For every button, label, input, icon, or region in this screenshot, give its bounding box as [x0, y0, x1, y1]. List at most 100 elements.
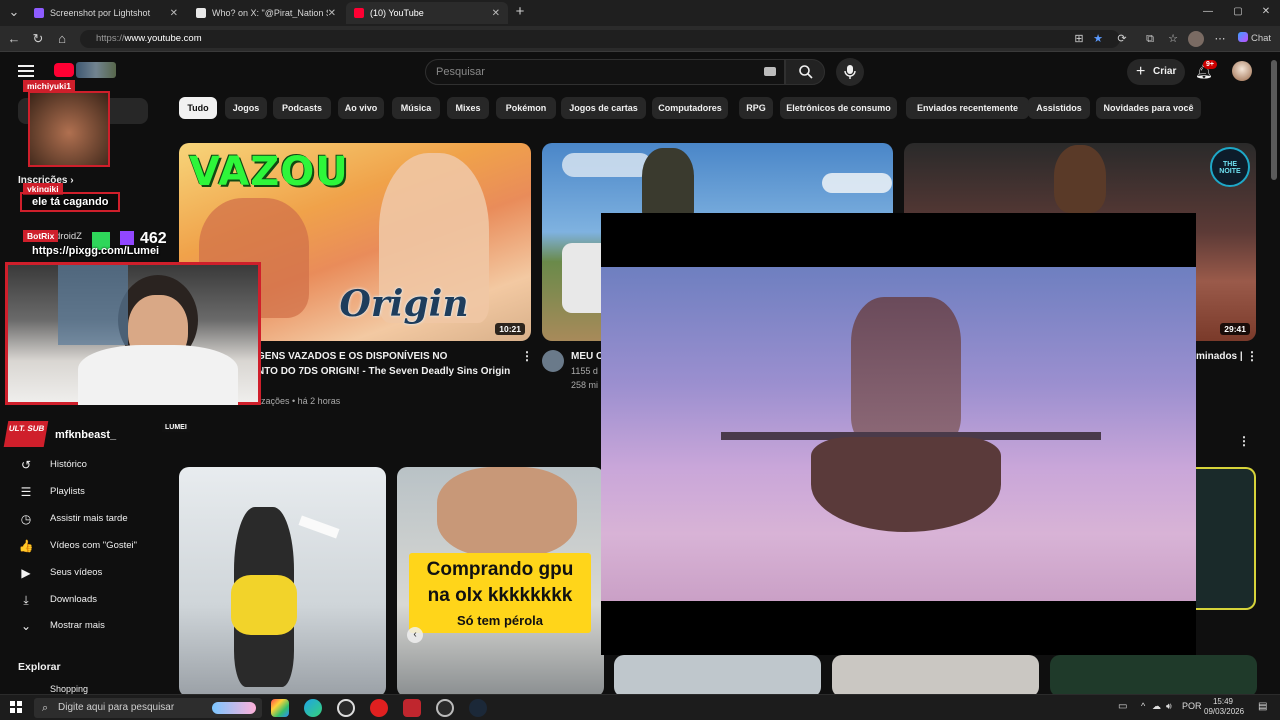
more-options-icon[interactable]: ⋯ [1212, 31, 1228, 47]
chip-novidades-para-voc-[interactable]: Novidades para você [1096, 97, 1201, 119]
video-thumbnail[interactable] [1196, 467, 1256, 610]
download-icon: ⤓ [23, 593, 29, 607]
video-thumbnail[interactable] [614, 655, 821, 697]
person-face-image [437, 467, 577, 557]
back-icon[interactable]: ← [6, 31, 22, 47]
chip-jogos-de-cartas[interactable]: Jogos de cartas [561, 97, 646, 119]
chip-m-sica[interactable]: Música [392, 97, 440, 119]
voice-search-button[interactable] [836, 58, 864, 86]
chip-mixes[interactable]: Mixes [447, 97, 489, 119]
new-tab-icon[interactable]: + [512, 4, 528, 20]
video-thumbnail[interactable]: Comprando gpu na olx kkkkkkkk Só tem pér… [397, 467, 604, 697]
favorite-star-icon[interactable]: ★ [1090, 31, 1106, 47]
channel-avatar[interactable] [542, 350, 564, 372]
youtube-logo[interactable] [54, 63, 74, 77]
windows-start-icon[interactable] [10, 701, 22, 713]
sidebar-item-downloads[interactable]: ⤓ Downloads [18, 589, 158, 611]
search-highlight-image [212, 702, 256, 714]
sidebar-item-v-deos-com-gostei[interactable]: 👍 Vídeos com "Gostei" [18, 535, 158, 557]
red-app-icon[interactable] [403, 699, 421, 717]
account-avatar[interactable] [1232, 61, 1252, 81]
watch-later-icon: ◷ [20, 512, 32, 526]
app-available-icon[interactable]: ⊞ [1071, 31, 1087, 47]
close-tab-icon[interactable]: ✕ [492, 8, 500, 19]
chip-enviados-recentemente[interactable]: Enviados recentemente [906, 97, 1029, 119]
tab-list-chevron-icon[interactable]: ⌄ [6, 4, 22, 20]
obs-app-icon[interactable] [337, 699, 355, 717]
home-icon[interactable]: ⌂ [54, 31, 70, 47]
your-videos-icon: ▶ [21, 566, 31, 580]
sidebar-item-seus-v-deos[interactable]: ▶ Seus vídeos [18, 562, 158, 584]
section-more-icon[interactable]: ⋮ [1238, 434, 1250, 448]
url-field[interactable]: https://www.youtube.com [80, 30, 1120, 48]
chip-ao-vivo[interactable]: Ao vivo [338, 97, 384, 119]
extensions-icon[interactable]: ⟳ [1114, 31, 1130, 47]
tray-keyboard-lang[interactable]: POR [1182, 701, 1202, 711]
chip-podcasts[interactable]: Podcasts [273, 97, 331, 119]
sidebar-item-playlists[interactable]: ☰ Playlists [18, 481, 158, 503]
page-scrollbar[interactable] [1271, 60, 1277, 180]
split-screen-icon[interactable]: ⧉ [1142, 31, 1158, 47]
sidebar-item-shopping[interactable]: Shopping [50, 684, 88, 694]
search-input[interactable]: Pesquisar [425, 59, 785, 85]
chevron-right-icon: › [70, 175, 74, 186]
tray-cloud-icon[interactable]: ☁ [1152, 701, 1161, 712]
chip-pok-mon[interactable]: Pokémon [496, 97, 556, 119]
chip-computadores[interactable]: Computadores [652, 97, 728, 119]
like-icon: 👍 [18, 539, 34, 553]
castle-rock-image [811, 437, 1001, 532]
address-toolbar: ← ↻ ⌂ https://www.youtube.com ⊞ ★ ⟳ ⧉ ☆ … [0, 26, 1280, 52]
keyboard-icon[interactable] [764, 67, 776, 76]
tray-overflow-icon[interactable]: ^ [1141, 701, 1145, 711]
steam-app-icon[interactable] [469, 699, 487, 717]
taskbar-search-input[interactable]: ⌕ Digite aqui para pesquisar [34, 698, 262, 718]
more-actions-icon[interactable]: ⋮ [521, 349, 533, 363]
video-title[interactable]: GENS VAZADOS E OS DISPONÍVEIS NO NTO DO 7… [257, 349, 519, 379]
copilot-app-icon[interactable] [271, 699, 289, 717]
settings-app-icon[interactable] [436, 699, 454, 717]
edge-app-icon[interactable] [304, 699, 322, 717]
restore-icon[interactable]: ▢ [1230, 4, 1246, 20]
chip-tudo[interactable]: Tudo [179, 97, 217, 119]
video-thumbnail[interactable] [1050, 655, 1257, 697]
tray-volume-icon[interactable]: 🔊︎ [1166, 701, 1172, 712]
doodle-logo[interactable] [76, 62, 116, 78]
tab-youtube[interactable]: (10) YouTube ✕ [346, 2, 508, 24]
video-duration: 29:41 [1220, 323, 1250, 335]
tray-clock[interactable]: 15:49 09/03/2026 [1204, 697, 1244, 717]
menu-hamburger-icon[interactable] [18, 65, 34, 77]
create-button[interactable]: + Criar [1127, 59, 1185, 85]
video-thumbnail[interactable] [179, 467, 386, 697]
video-thumbnail[interactable] [832, 655, 1039, 697]
tab-x[interactable]: Who? on X: "@Pirat_Nation Same ✕ [188, 2, 344, 24]
tray-device-icon[interactable]: ▭ [1118, 701, 1127, 712]
sidebar-item-mostrar-mais[interactable]: ⌄ Mostrar mais [18, 615, 158, 637]
video-title[interactable]: MEU C [571, 349, 603, 364]
carousel-prev-icon[interactable]: ‹ [407, 627, 423, 643]
partial-name-text: droidZ [55, 231, 82, 242]
search-button[interactable] [785, 59, 825, 85]
chip-rpg[interactable]: RPG [739, 97, 773, 119]
close-window-icon[interactable]: ✕ [1258, 4, 1274, 20]
profile-avatar[interactable] [1188, 31, 1204, 47]
copilot-chat-button[interactable]: Chat [1238, 31, 1278, 47]
sidebar-item-assistir-mais-tarde[interactable]: ◷ Assistir mais tarde [18, 508, 158, 530]
tab-lightshot[interactable]: Screenshot por Lightshot ✕ [26, 2, 186, 24]
sidebar-item-hist-rico[interactable]: ↺ Histórico [18, 454, 158, 476]
reload-icon[interactable]: ↻ [30, 31, 46, 47]
chip-jogos[interactable]: Jogos [225, 97, 267, 119]
close-tab-icon[interactable]: ✕ [170, 8, 178, 19]
youtube-app-icon[interactable] [370, 699, 388, 717]
notification-center-icon[interactable]: ▤ [1258, 701, 1267, 712]
video-title[interactable]: minados | [1196, 349, 1243, 364]
favorites-icon[interactable]: ☆ [1165, 31, 1181, 47]
more-actions-icon[interactable]: ⋮ [1246, 349, 1258, 363]
webcam-frame [5, 262, 261, 405]
video-player-overlay[interactable] [601, 213, 1196, 655]
close-tab-icon[interactable]: ✕ [328, 8, 336, 19]
windows-taskbar: ⌕ Digite aqui para pesquisar ▭ ^ ☁ 🔊︎ PO… [0, 694, 1280, 720]
chip-assistidos[interactable]: Assistidos [1028, 97, 1090, 119]
streamer-brand-logo: LUMEI [162, 423, 190, 432]
minimize-icon[interactable]: — [1200, 4, 1216, 20]
chip-eletr-nicos-de-consumo[interactable]: Eletrônicos de consumo [780, 97, 897, 119]
